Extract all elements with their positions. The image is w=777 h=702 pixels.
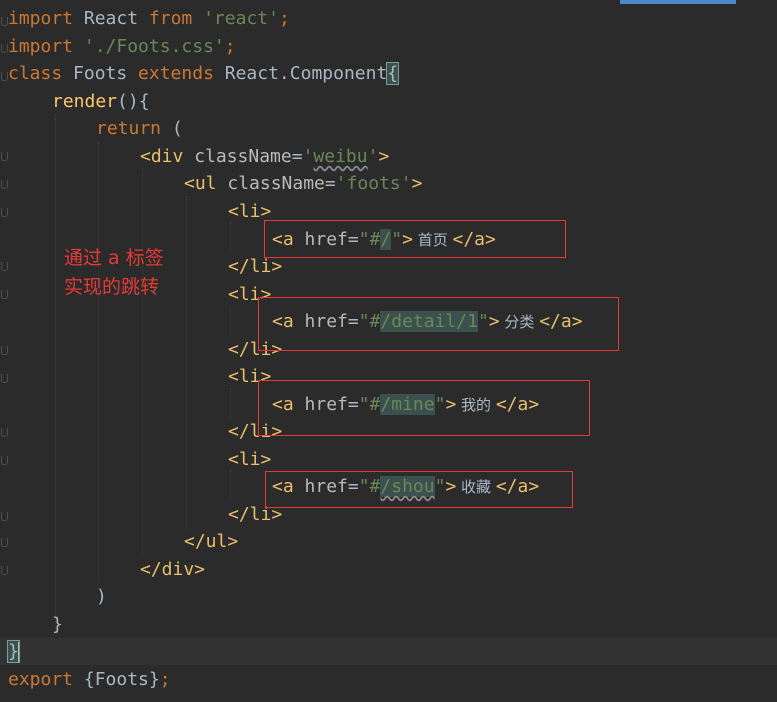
indent-guide [98, 142, 99, 582]
equals: = [324, 173, 336, 194]
code-line-7[interactable]: <ul className='foots'> [184, 170, 422, 197]
fold-marker-icon[interactable] [1, 456, 8, 465]
identifier: React [73, 8, 149, 29]
code-line-25[interactable]: export {Foots}; [8, 666, 171, 693]
jsx-attribute: className [183, 146, 292, 167]
fold-marker-icon[interactable] [1, 262, 8, 271]
fold-marker-icon[interactable] [1, 208, 8, 217]
code-line-23[interactable]: } [52, 611, 63, 638]
indent-guide [186, 196, 187, 530]
keyword: from [148, 8, 193, 29]
annotation-text: 通过 a 标签 实现的跳转 [64, 244, 164, 302]
code-line-5[interactable]: return ( [96, 115, 183, 142]
string-literal: weibu [313, 146, 368, 167]
semicolon: ; [159, 669, 171, 690]
code-line-21[interactable]: </div> [140, 556, 205, 583]
string-literal: 'foots' [335, 173, 412, 194]
string-literal: ' [367, 146, 379, 167]
code-line-1[interactable]: import React from 'react'; [8, 5, 290, 32]
method-name: render [52, 91, 118, 112]
highlight-box-mine-link [258, 380, 590, 436]
keyword: import [8, 8, 74, 29]
fold-marker-icon[interactable] [1, 428, 8, 437]
fold-marker-icon[interactable] [1, 17, 8, 26]
code-line-6[interactable]: <div className='weibu'> [140, 143, 389, 170]
fold-marker-icon[interactable] [1, 72, 8, 81]
code-line-4[interactable]: render(){ [52, 88, 150, 115]
punctuation: ) [96, 586, 107, 607]
jsx-tag: <li> [228, 201, 272, 222]
code-line-24[interactable]: } [7, 638, 20, 665]
keyword: import [8, 36, 74, 57]
code-editor[interactable]: import React from 'react'; import './Foo… [0, 0, 777, 702]
indent-guide [230, 306, 231, 336]
equals: = [291, 146, 303, 167]
string-literal: './Foots.css' [83, 36, 225, 57]
fold-marker-icon[interactable] [1, 346, 8, 355]
indent-guide [230, 388, 231, 418]
jsx-attribute: className [216, 173, 325, 194]
highlight-box-home-link [264, 220, 566, 258]
jsx-tag: </li> [228, 256, 283, 277]
fold-marker-icon[interactable] [1, 566, 8, 575]
indent-guide [142, 168, 143, 556]
fold-marker-icon[interactable] [1, 290, 8, 299]
highlight-box-shou-link [265, 471, 573, 508]
current-line-highlight [0, 638, 777, 665]
indent-guide [230, 222, 231, 252]
jsx-tag: <ul [184, 173, 217, 194]
fold-marker-icon[interactable] [1, 152, 8, 161]
fold-marker-icon[interactable] [1, 44, 8, 53]
highlight-box-detail-link [258, 297, 619, 351]
annotation-line-2: 实现的跳转 [64, 276, 160, 298]
code-line-17[interactable]: <li> [228, 446, 271, 473]
code-line-22[interactable]: ) [96, 583, 107, 610]
jsx-tag: <li> [228, 449, 272, 470]
indent-guide [55, 114, 56, 632]
identifier: React.Component [213, 63, 388, 84]
annotation-line-1: 通过 a 标签 [64, 247, 164, 269]
jsx-tag: <div [140, 146, 184, 167]
punctuation: } [52, 614, 63, 635]
keyword: class [8, 63, 63, 84]
jsx-tag: </div> [140, 559, 206, 580]
semicolon: ; [278, 8, 290, 29]
jsx-tag: > [378, 146, 390, 167]
fold-marker-icon[interactable] [1, 374, 8, 383]
fold-marker-icon[interactable] [1, 180, 8, 189]
indent-guide [230, 470, 231, 500]
punctuation: ( [161, 118, 183, 139]
jsx-tag: </ul> [184, 531, 239, 552]
keyword: export [8, 669, 74, 690]
editor-tab-indicator [620, 0, 736, 4]
fold-marker-icon[interactable] [1, 512, 8, 521]
punctuation: (){ [117, 91, 150, 112]
keyword: return [96, 118, 162, 139]
jsx-tag: > [411, 173, 423, 194]
code-line-2[interactable]: import './Foots.css'; [8, 33, 236, 60]
semicolon: ; [224, 36, 236, 57]
identifier: {Foots} [73, 669, 160, 690]
identifier: Foots [62, 63, 139, 84]
string-literal: 'react' [203, 8, 279, 29]
code-line-20[interactable]: </ul> [184, 528, 238, 555]
fold-marker-icon[interactable] [1, 538, 8, 547]
matched-brace: { [386, 62, 400, 85]
string-literal: ' [302, 146, 314, 167]
code-line-3[interactable]: class Foots extends React.Component{ [8, 60, 400, 87]
text-caret [17, 642, 20, 662]
keyword: extends [138, 63, 214, 84]
